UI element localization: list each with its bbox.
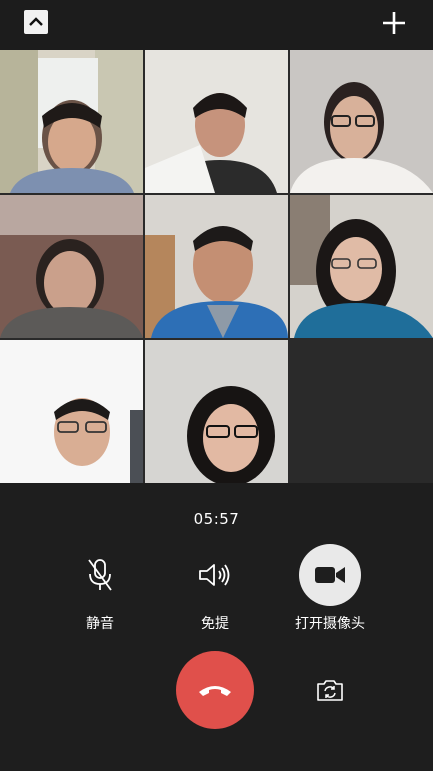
participant-video[interactable] (290, 50, 433, 193)
add-participant-button[interactable] (381, 10, 407, 36)
camera-toggle-button[interactable]: 打开摄像头 (270, 543, 390, 633)
camera-switch-icon (317, 680, 343, 701)
hangup-button[interactable] (176, 651, 254, 729)
collapse-button[interactable] (24, 10, 48, 34)
participant-video[interactable] (145, 340, 288, 483)
participant-video[interactable] (0, 195, 143, 338)
chevron-up-icon (29, 17, 43, 26)
plus-icon (383, 12, 405, 34)
switch-camera-button[interactable] (316, 678, 344, 702)
participant-video[interactable] (0, 50, 143, 193)
speaker-icon (199, 564, 230, 586)
participant-grid (0, 50, 433, 483)
speaker-label: 免提 (201, 616, 229, 632)
speaker-button[interactable]: 免提 (155, 543, 275, 633)
empty-tile (290, 340, 433, 483)
call-controls: 05:57 静音 免提 打开摄像头 (0, 483, 433, 771)
participant-video[interactable] (290, 195, 433, 338)
phone-hangup-icon (199, 686, 231, 696)
mute-label: 静音 (86, 616, 114, 632)
participant-video[interactable] (0, 340, 143, 483)
camera-label: 打开摄像头 (295, 616, 365, 632)
microphone-icon (88, 559, 112, 591)
participant-video[interactable] (145, 195, 288, 338)
top-bar (0, 0, 433, 50)
video-camera-icon (315, 567, 345, 583)
camera-button-circle[interactable] (299, 544, 361, 606)
mute-button[interactable]: 静音 (40, 543, 160, 633)
participant-video[interactable] (145, 50, 288, 193)
call-timer: 05:57 (193, 510, 240, 528)
